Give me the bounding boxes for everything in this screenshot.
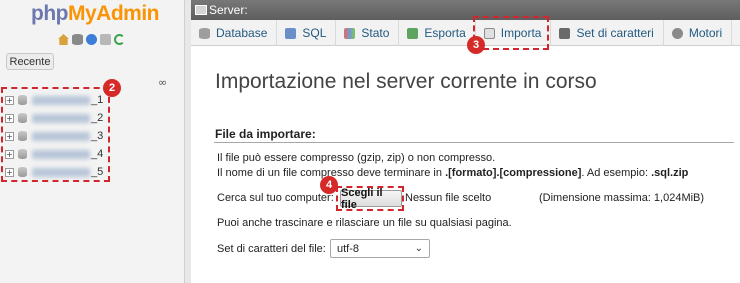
tab-database[interactable]: Database — [191, 20, 278, 46]
page-title: Importazione nel server corrente in cors… — [215, 70, 597, 93]
charset-value: utf-8 — [337, 242, 360, 255]
callout-badge-4: 4 — [320, 176, 338, 194]
sql-icon — [285, 27, 297, 39]
tab-label: Database — [216, 26, 268, 40]
charset-label: Set di caratteri del file: — [217, 243, 326, 255]
engines-icon — [671, 27, 683, 39]
callout-box-choose-file — [336, 186, 404, 211]
compress-note: Il file può essere compresso (gzip, zip)… — [217, 152, 496, 164]
no-file-chosen-text: Nessun file scelto — [405, 192, 492, 204]
tab-label: SQL — [302, 26, 327, 40]
logo-myadmin: MyAdmin — [67, 2, 160, 25]
export-icon — [407, 27, 419, 39]
database-icon — [199, 27, 210, 39]
chevron-down-icon: ⌄ — [414, 243, 423, 254]
tab-sql[interactable]: SQL — [277, 20, 337, 46]
section-divider — [214, 142, 734, 143]
tab-stato[interactable]: Stato — [336, 20, 400, 46]
server-icon — [195, 5, 207, 15]
link-icon[interactable]: ∞ — [158, 76, 167, 89]
browse-label: Cerca sul tuo computer: — [217, 192, 334, 204]
max-size-note: (Dimensione massima: 1,024MiB) — [539, 192, 705, 204]
logo-php: php — [31, 2, 68, 25]
help-icon[interactable] — [86, 34, 97, 45]
filename-note-example: .sql.zip — [651, 167, 689, 179]
top-menu-tabs: Database SQL Stato Esporta Importa Set d… — [191, 20, 740, 46]
charset-select[interactable]: utf-8 ⌄ — [330, 239, 430, 258]
tab-motori[interactable]: Motori — [664, 20, 733, 46]
tab-label: Motori — [688, 26, 723, 40]
drag-drop-note: Puoi anche trascinare e rilasciare un fi… — [217, 217, 512, 229]
server-breadcrumb-bar: Server: — [191, 0, 740, 20]
docs-icon[interactable] — [100, 34, 111, 45]
filename-note: Il nome di un file compresso deve termin… — [217, 167, 688, 179]
tab-label: Stato — [361, 26, 390, 40]
tab-esporta[interactable]: Esporta — [399, 20, 476, 46]
database-icon[interactable] — [72, 34, 83, 45]
callout-badge-3: 3 — [467, 36, 485, 54]
tab-label: Set di caratteri — [576, 26, 654, 40]
charset-icon — [559, 27, 571, 39]
recent-button[interactable]: Recente — [6, 53, 54, 70]
home-icon[interactable] — [58, 34, 69, 45]
status-icon — [344, 27, 356, 39]
phpmyadmin-logo[interactable]: phpMyAdmin — [31, 2, 159, 26]
main-content: Server: Database SQL Stato Esporta Impor… — [191, 0, 740, 283]
reload-icon[interactable] — [114, 34, 125, 45]
filename-note-format: .[formato].[compressione] — [445, 167, 582, 179]
server-label[interactable]: Server: — [209, 3, 248, 17]
section-title: File da importare: — [215, 127, 316, 141]
callout-badge-2: 2 — [103, 79, 121, 97]
tab-label: Esporta — [424, 26, 466, 40]
filename-note-mid: . Ad esempio: — [581, 167, 652, 179]
nav-icon-row — [58, 34, 125, 45]
callout-box-databases — [1, 87, 110, 182]
tab-set-di-caratteri[interactable]: Set di caratteri — [551, 20, 664, 46]
